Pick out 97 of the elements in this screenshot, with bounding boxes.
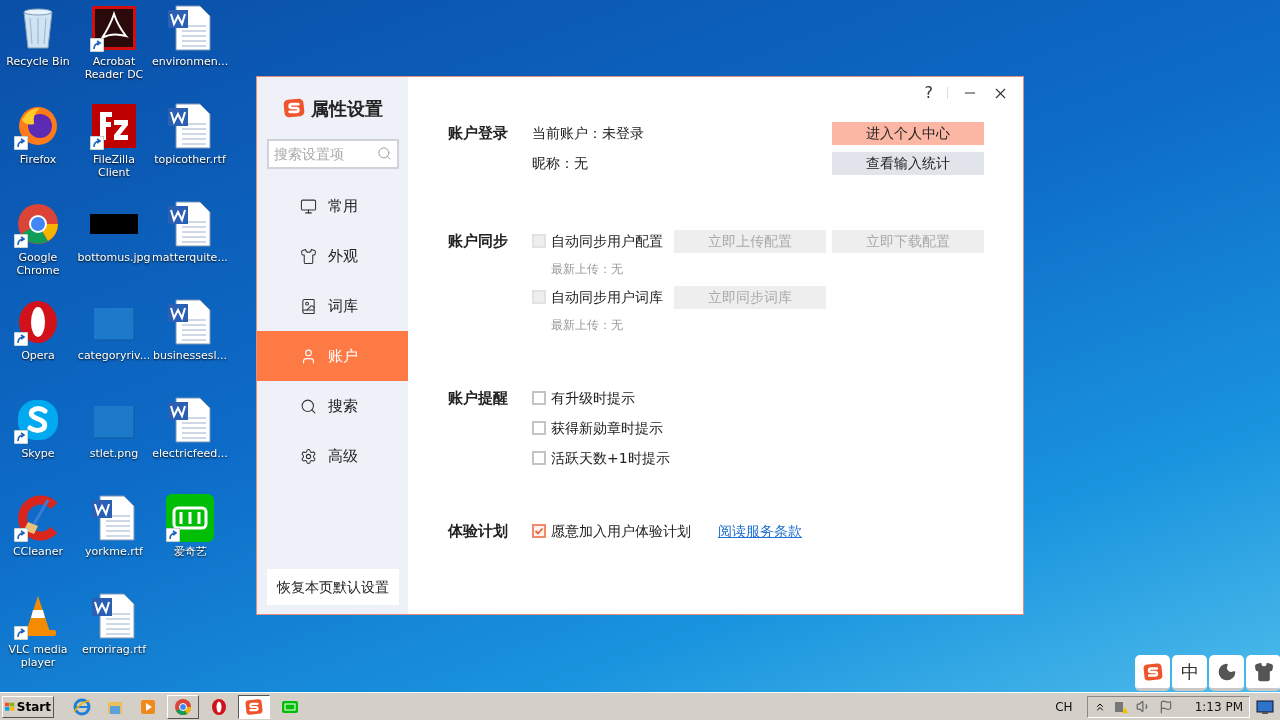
settings-icon [300,447,317,465]
word-document-icon [166,200,214,248]
nav-item[interactable]: 词库 [257,281,408,331]
media-player-icon [138,697,157,716]
clock[interactable]: 1:13 PM [1194,697,1243,716]
nav-item[interactable]: 常用 [257,181,408,231]
desktop-icon-label[interactable]: VLC media player [0,643,76,669]
word-document-icon [90,494,138,542]
shortcut-arrow-icon [14,234,28,248]
note-text: 最新上传：无 [551,317,623,334]
nav-item[interactable]: 外观 [257,231,408,281]
monitor-icon [300,197,317,215]
filezilla-icon [90,102,138,150]
desktop-icon-label[interactable]: Skype [0,447,76,460]
checkbox[interactable] [532,421,546,435]
word-document-icon [166,4,214,52]
ime-key[interactable] [1209,655,1244,691]
checkbox-label: 自动同步用户词库 [551,287,663,307]
section-label: 账户提醒 [448,388,509,409]
chrome-icon [174,697,192,716]
checkbox-label: 获得新勋章时提示 [551,418,663,438]
info-text: 昵称：无 [532,153,588,173]
logo-icon [282,97,305,119]
desktop-icon-label[interactable]: stlet.png [76,447,152,460]
word-document-icon [166,396,214,444]
desktop-icon-label[interactable]: electricfeed... [152,447,228,460]
browser-icon [72,697,91,716]
desktop-icon-label[interactable]: bottomus.jpg [76,251,152,264]
search-icon [300,397,317,415]
start-button[interactable]: Start [2,695,54,718]
network-warning-icon[interactable] [1113,699,1128,714]
desktop-icon-label[interactable]: Firefox [0,153,76,166]
ime-key[interactable] [1246,655,1280,691]
logo-icon [1142,661,1163,682]
section-label: 账户同步 [448,231,509,252]
desktop-icon-label[interactable]: matterquite... [152,251,228,264]
desktop-icon-label[interactable]: Acrobat Reader DC [76,55,152,81]
search-field[interactable]: 搜索设置项 [266,139,399,169]
search-icon [376,146,392,161]
logo-icon [245,697,263,716]
checkbox-label: 自动同步用户配置 [551,231,663,251]
reset-button[interactable]: 恢复本页默认设置 [266,569,399,605]
desktop-icon-label[interactable]: categoryriv... [76,349,152,362]
action-button[interactable]: 进入个人中心 [832,121,984,145]
taskbar-app[interactable] [238,694,270,719]
ime-key[interactable]: 中 [1172,655,1207,691]
user-icon [300,347,317,365]
ime-key[interactable] [1135,655,1170,691]
checkbox-label: 有升级时提示 [551,388,635,408]
shortcut-arrow-icon [14,430,28,444]
shortcut-arrow-icon [14,136,28,150]
desktop-icon-label[interactable]: businessesl... [152,349,228,362]
desktop-icon-label[interactable]: Opera [0,349,76,362]
moon-icon [1216,661,1237,682]
word-document-icon [90,592,138,640]
iqiyi-icon [166,494,214,542]
shirt-icon [1253,661,1274,682]
desktop-icon-label[interactable]: errorirag.rtf [76,643,152,656]
shortcut-arrow-icon [14,332,28,346]
desktop-icon-label[interactable]: topicother.rtf [152,153,228,166]
checkbox[interactable] [532,524,546,538]
check-icon [534,526,544,536]
shortcut-arrow-icon [14,528,28,542]
help-button[interactable]: ? [924,81,933,105]
book-icon [300,297,317,315]
terms-link[interactable]: 阅读服务条款 [718,520,802,542]
nav-item[interactable]: 搜索 [257,381,408,431]
desktop-icon-label[interactable]: CCleaner [0,545,76,558]
desktop-icon-label[interactable]: FileZilla Client [76,153,152,179]
opera-icon [209,697,228,716]
note-text: 最新上传：无 [551,261,623,278]
desktop-icon-label[interactable]: Google Chrome [0,251,76,277]
checkbox-label: 活跃天数+1时提示 [551,448,670,468]
shortcut-arrow-icon [14,626,28,640]
desktop-icon-label[interactable]: environmen... [152,55,228,68]
dialog-title: 属性设置 [310,96,383,121]
section-label: 体验计划 [448,521,509,542]
shirt-icon [300,247,317,265]
language-indicator[interactable]: CH [1055,697,1073,716]
nav-item[interactable]: 高级 [257,431,408,481]
desktop-icon-label[interactable]: Recycle Bin [0,55,76,68]
desktop-icon-label[interactable]: 爱奇艺 [152,545,228,558]
checkbox[interactable] [532,391,546,405]
word-document-icon [166,102,214,150]
flag-icon[interactable] [1158,699,1173,714]
info-text: 当前账户：未登录 [532,123,644,143]
checkbox-label: 愿意加入用户体验计划 [551,521,691,541]
shortcut-arrow-icon [90,136,104,150]
checkbox[interactable] [532,451,546,465]
section-label: 账户登录 [448,123,509,144]
action-button[interactable]: 查看输入统计 [832,151,984,175]
desktop-icon-label[interactable]: yorkme.rtf [76,545,152,558]
shortcut-arrow-icon [90,38,104,52]
word-document-icon [166,298,214,346]
acrobat-icon [90,4,138,52]
shortcut-arrow-icon [166,528,180,542]
show-desktop-icon[interactable] [1256,698,1274,715]
